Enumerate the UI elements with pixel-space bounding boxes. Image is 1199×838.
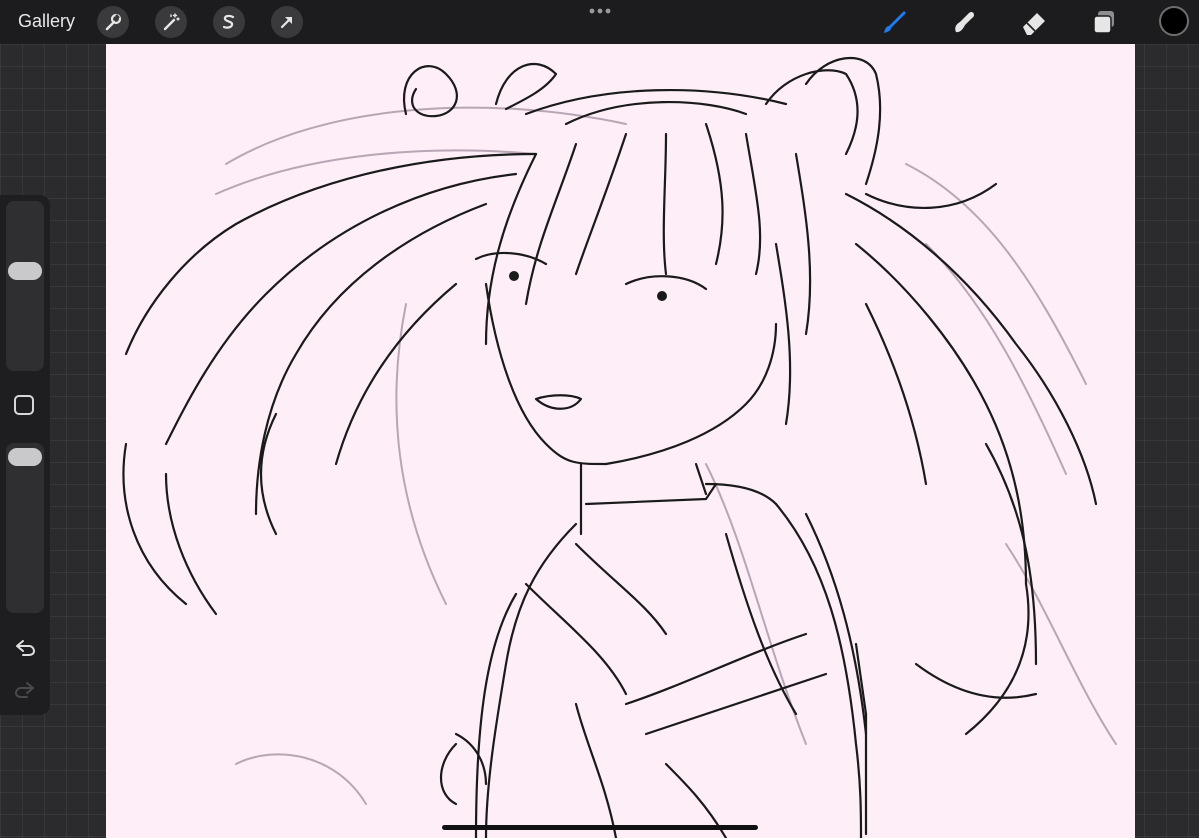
gallery-button[interactable]: Gallery	[18, 11, 75, 32]
undo-icon[interactable]	[13, 637, 37, 659]
wrench-icon	[105, 13, 122, 31]
selection-button[interactable]	[213, 6, 245, 38]
layers-icon	[1093, 11, 1114, 34]
home-indicator	[442, 825, 758, 830]
brush-opacity-slider-thumb[interactable]	[8, 448, 42, 466]
selection-s-icon	[222, 14, 235, 29]
modify-button[interactable]	[14, 395, 34, 415]
top-toolbar: Gallery	[0, 0, 1199, 44]
more-options-icon[interactable]	[587, 4, 613, 18]
smudge-icon	[955, 11, 974, 33]
brush-size-slider-thumb[interactable]	[8, 262, 42, 280]
sketch-artwork	[122, 56, 1117, 838]
adjustments-button[interactable]	[155, 6, 187, 38]
eraser-tool-button[interactable]	[1018, 6, 1050, 38]
actions-button[interactable]	[97, 6, 129, 38]
layers-button[interactable]	[1088, 6, 1120, 38]
brush-icon	[884, 11, 906, 33]
arrow-cursor-icon	[280, 16, 293, 29]
color-picker-button[interactable]	[1159, 6, 1189, 36]
brush-size-slider[interactable]	[6, 201, 44, 371]
magic-wand-icon	[163, 13, 180, 31]
drawing-canvas[interactable]	[106, 44, 1135, 838]
left-sidebar	[0, 195, 50, 715]
smudge-tool-button[interactable]	[948, 6, 980, 38]
brush-tool-button[interactable]	[878, 6, 910, 38]
brush-opacity-slider[interactable]	[6, 443, 44, 613]
redo-icon[interactable]	[13, 679, 37, 701]
transform-button[interactable]	[271, 6, 303, 38]
eraser-icon	[1023, 13, 1045, 35]
